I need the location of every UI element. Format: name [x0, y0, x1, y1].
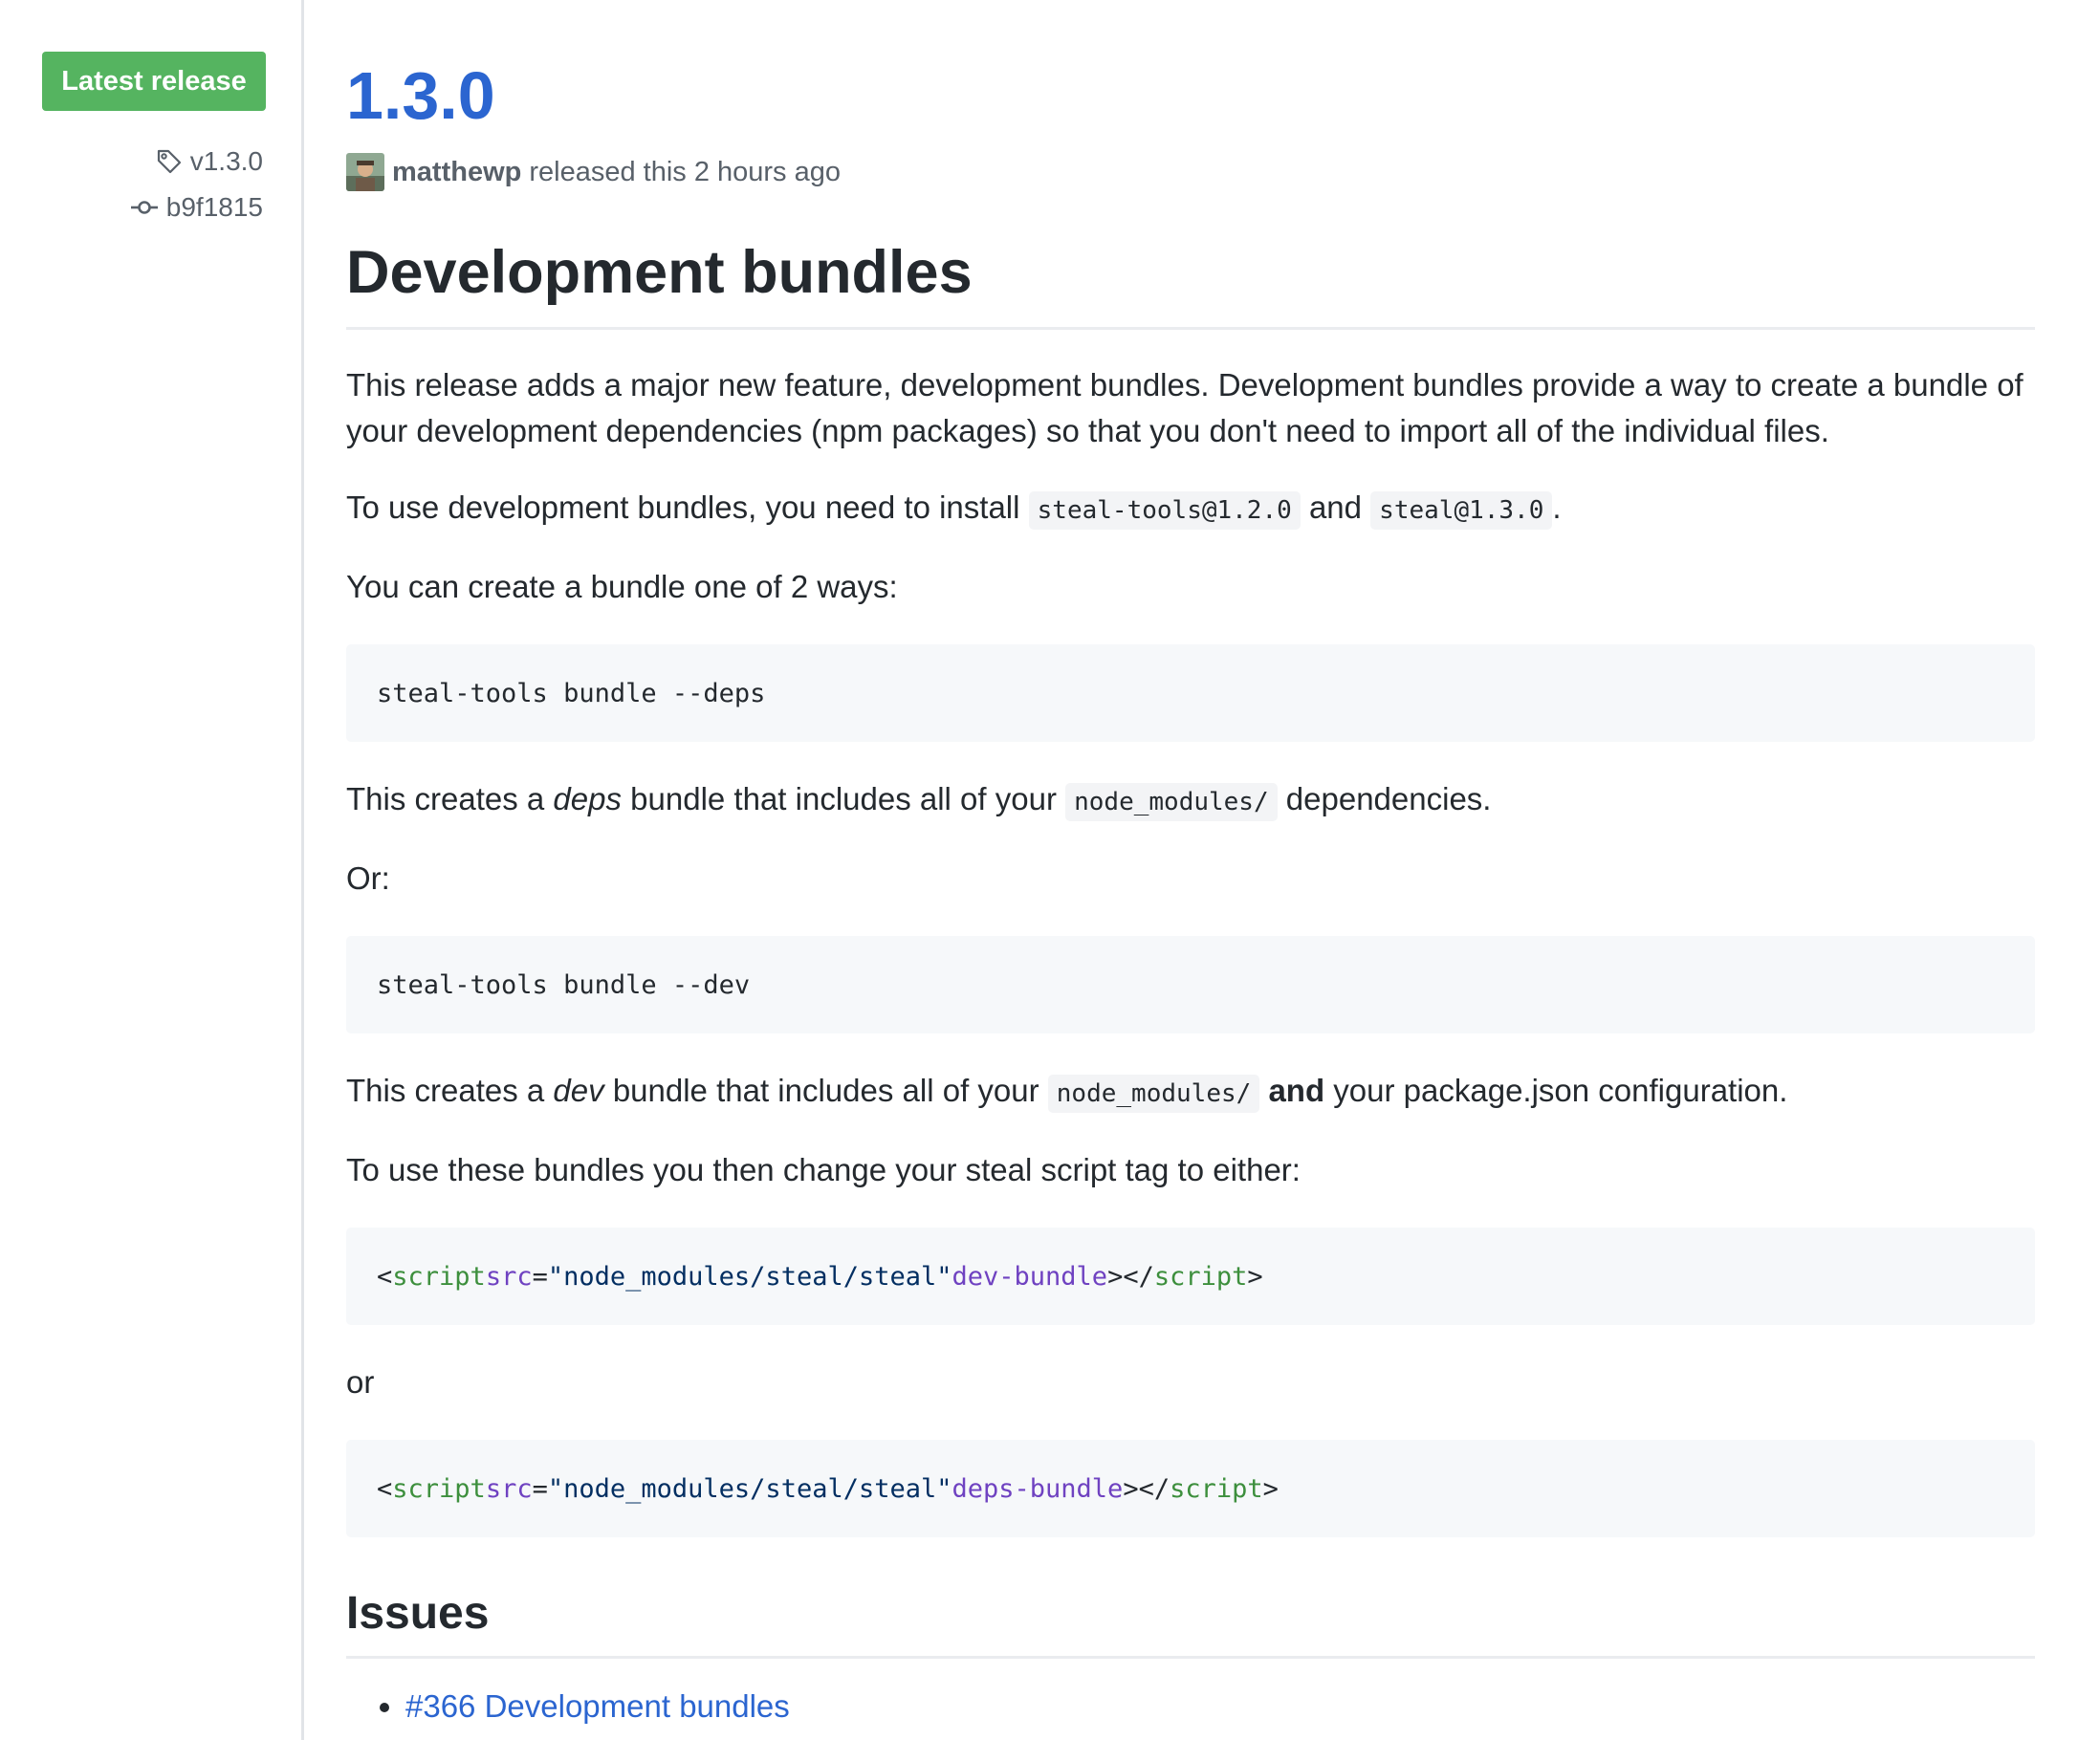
- install-paragraph: To use development bundles, you need to …: [346, 485, 2035, 533]
- author-link[interactable]: matthewp: [392, 157, 521, 188]
- code-block: steal-tools bundle --deps: [346, 644, 2035, 742]
- inline-code: node_modules/: [1047, 1075, 1260, 1113]
- inline-code: steal@1.3.0: [1370, 491, 1553, 530]
- or-paragraph: Or:: [346, 860, 390, 896]
- tag-label: v1.3.0: [189, 146, 263, 176]
- list-item: #366 Development bundles: [405, 1684, 2035, 1729]
- tag-icon: [156, 148, 183, 175]
- latest-release-badge: Latest release: [42, 52, 266, 111]
- release-byline: matthewp released this 2 hours ago: [346, 153, 841, 191]
- inline-code: node_modules/: [1065, 783, 1278, 821]
- issue-link[interactable]: #366 Development bundles: [405, 1688, 790, 1724]
- dev-paragraph: This creates a dev bundle that includes …: [346, 1068, 2035, 1117]
- avatar[interactable]: [346, 153, 384, 191]
- commit-link[interactable]: b9f1815: [130, 192, 263, 223]
- code-block: < script src = "node_modules/steal/steal" d…: [346, 1440, 2035, 1537]
- issues-heading: Issues: [346, 1583, 2035, 1659]
- release-notes: Development bundles This release adds a …: [346, 229, 2035, 1729]
- release-sidebar: Latest release v1.3.0 b9f1815: [0, 0, 304, 1740]
- issues-list: #366 Development bundles: [346, 1684, 2035, 1729]
- script-tag-paragraph: To use these bundles you then change you…: [346, 1152, 1301, 1187]
- ways-paragraph: You can create a bundle one of 2 ways:: [346, 569, 898, 604]
- commit-label: b9f1815: [165, 192, 263, 222]
- released-text: released this 2 hours ago: [529, 156, 841, 187]
- intro-paragraph: This release adds a major new feature, d…: [346, 367, 2023, 448]
- commit-icon: [130, 196, 159, 219]
- release-title[interactable]: 1.3.0: [346, 57, 495, 134]
- tag-link[interactable]: v1.3.0: [156, 146, 263, 177]
- notes-heading: Development bundles: [346, 229, 2035, 330]
- inline-code: steal-tools@1.2.0: [1028, 491, 1301, 530]
- code-block: steal-tools bundle --dev: [346, 936, 2035, 1033]
- deps-paragraph: This creates a deps bundle that includes…: [346, 776, 2035, 825]
- code-block: < script src = "node_modules/steal/steal" d…: [346, 1228, 2035, 1325]
- or-lowercase-paragraph: or: [346, 1364, 375, 1400]
